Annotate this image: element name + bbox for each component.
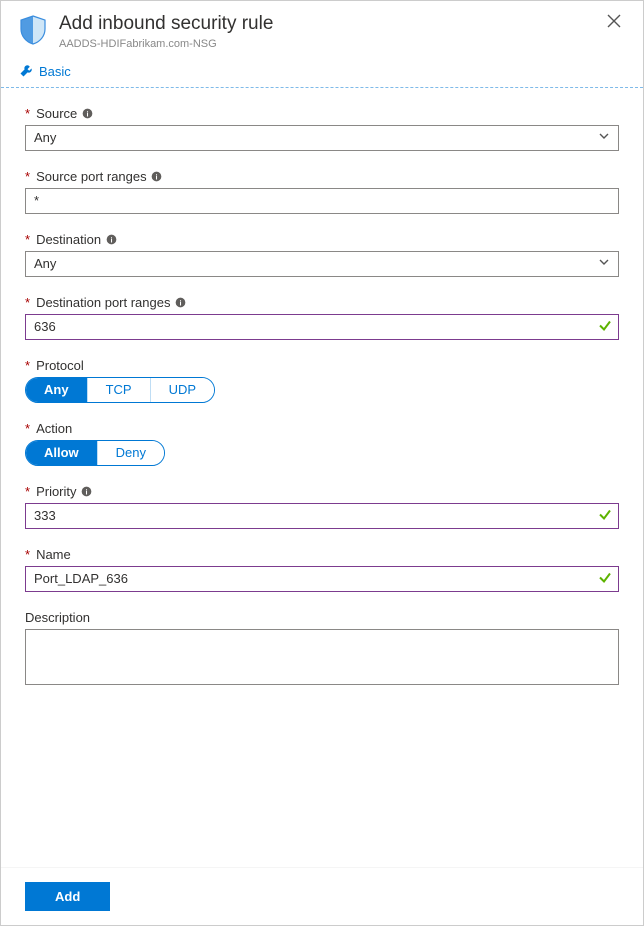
divider: [1, 87, 643, 88]
chevron-down-icon: [598, 256, 610, 271]
name-input[interactable]: [25, 566, 619, 592]
protocol-tcp-button[interactable]: TCP: [87, 378, 150, 402]
check-icon: [598, 570, 612, 587]
shield-icon: [19, 15, 47, 48]
info-icon[interactable]: i: [81, 107, 93, 119]
svg-text:i: i: [110, 235, 112, 244]
toolbar: Basic: [1, 58, 643, 87]
footer: Add: [1, 867, 643, 925]
svg-text:i: i: [179, 298, 181, 307]
description-label: Description: [25, 610, 619, 625]
priority-input[interactable]: [25, 503, 619, 529]
source-select[interactable]: Any: [25, 125, 619, 151]
info-icon[interactable]: i: [174, 296, 186, 308]
svg-text:i: i: [156, 172, 158, 181]
info-icon[interactable]: i: [105, 233, 117, 245]
protocol-label: *Protocol: [25, 358, 619, 373]
chevron-down-icon: [598, 130, 610, 145]
check-icon: [598, 318, 612, 335]
name-label: *Name: [25, 547, 619, 562]
destination-port-ranges-label: *Destination port ranges i: [25, 295, 619, 310]
svg-text:i: i: [86, 109, 88, 118]
source-value: Any: [34, 130, 56, 145]
action-deny-button[interactable]: Deny: [97, 441, 164, 465]
form: *Source i Any *Source port ranges i *Des…: [1, 106, 643, 688]
info-icon[interactable]: i: [81, 485, 93, 497]
description-input[interactable]: [25, 629, 619, 685]
protocol-any-button[interactable]: Any: [26, 378, 87, 402]
protocol-udp-button[interactable]: UDP: [150, 378, 214, 402]
panel-header: Add inbound security rule AADDS-HDIFabri…: [1, 1, 643, 58]
source-port-ranges-label: *Source port ranges i: [25, 169, 619, 184]
protocol-toggle: Any TCP UDP: [25, 377, 215, 403]
destination-select[interactable]: Any: [25, 251, 619, 277]
action-allow-button[interactable]: Allow: [26, 441, 97, 465]
destination-value: Any: [34, 256, 56, 271]
destination-label: *Destination i: [25, 232, 619, 247]
check-icon: [598, 507, 612, 524]
add-button[interactable]: Add: [25, 882, 110, 911]
close-button[interactable]: [603, 13, 625, 31]
wrench-icon: [19, 64, 33, 78]
source-port-ranges-input[interactable]: [25, 188, 619, 214]
destination-port-ranges-input[interactable]: [25, 314, 619, 340]
panel-title: Add inbound security rule: [59, 13, 603, 36]
panel-subtitle: AADDS-HDIFabrikam.com-NSG: [59, 38, 603, 50]
action-toggle: Allow Deny: [25, 440, 165, 466]
info-icon[interactable]: i: [151, 170, 163, 182]
svg-text:i: i: [85, 487, 87, 496]
basic-link[interactable]: Basic: [39, 64, 71, 79]
action-label: *Action: [25, 421, 619, 436]
priority-label: *Priority i: [25, 484, 619, 499]
source-label: *Source i: [25, 106, 619, 121]
